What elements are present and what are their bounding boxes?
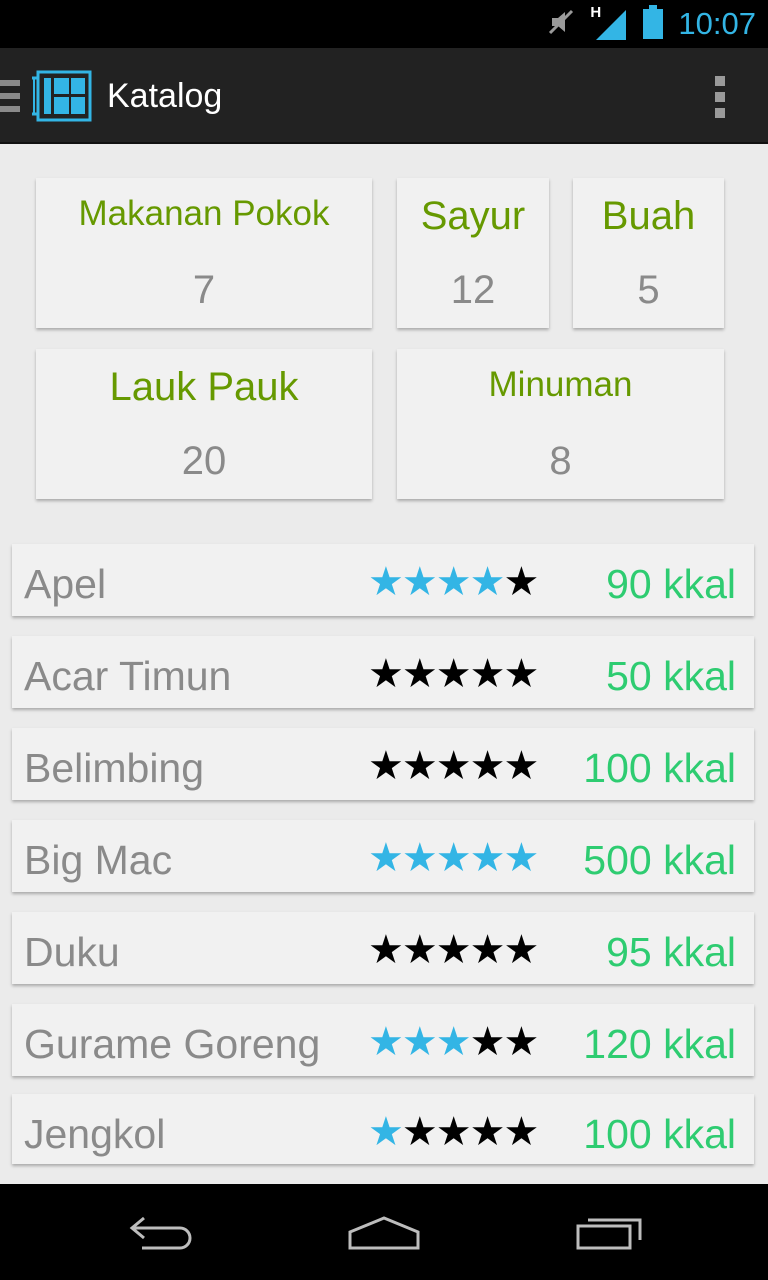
food-name: Belimbing: [24, 745, 205, 791]
drawer-indicator-icon[interactable]: [0, 76, 22, 116]
star-filled-icon: ★: [401, 835, 438, 881]
star-empty-icon: ★: [503, 559, 539, 605]
navigation-bar: [0, 1184, 768, 1280]
page-title: Katalog: [107, 77, 223, 115]
category-count: 20: [181, 439, 227, 483]
star-filled-icon: ★: [401, 1019, 438, 1065]
star-filled-icon: ★: [401, 559, 438, 605]
food-list-item[interactable]: Gurame Goreng ★★★★★ 120 kkal: [12, 1004, 754, 1076]
food-name: Gurame Goreng: [24, 1021, 321, 1067]
recent-apps-icon[interactable]: [562, 1204, 658, 1260]
category-tile-makanan-pokok[interactable]: Makanan Pokok 7: [36, 178, 372, 328]
star-filled-icon: ★: [435, 1019, 472, 1065]
star-empty-icon: ★: [469, 1109, 506, 1155]
category-count: 5: [637, 268, 660, 312]
category-tile-buah[interactable]: Buah 5: [573, 178, 724, 328]
action-bar: Katalog: [0, 48, 768, 144]
star-empty-icon: ★: [469, 927, 506, 973]
food-name: Acar Timun: [24, 653, 232, 699]
category-name: Minuman: [488, 365, 633, 404]
food-calories: 90 kkal: [606, 561, 736, 607]
rating-stars: ★★★★★: [368, 1004, 539, 1076]
food-name: Duku: [24, 929, 120, 975]
overflow-menu-icon[interactable]: [712, 76, 728, 118]
home-icon[interactable]: [336, 1204, 432, 1260]
catalog-icon[interactable]: [30, 70, 92, 122]
food-calories: 500 kkal: [583, 837, 736, 883]
category-count: 12: [450, 268, 496, 312]
signal-icon: H: [590, 4, 628, 40]
star-empty-icon: ★: [469, 1019, 506, 1065]
rating-stars: ★★★★★: [368, 820, 539, 892]
star-filled-icon: ★: [368, 835, 404, 881]
mute-icon: [546, 7, 576, 42]
star-empty-icon: ★: [435, 743, 472, 789]
food-calories: 100 kkal: [583, 1111, 736, 1157]
food-list-item[interactable]: Big Mac ★★★★★ 500 kkal: [12, 820, 754, 892]
star-empty-icon: ★: [435, 1109, 472, 1155]
star-empty-icon: ★: [503, 927, 539, 973]
star-filled-icon: ★: [368, 1109, 404, 1155]
rating-stars: ★★★★★: [368, 1094, 539, 1166]
star-filled-icon: ★: [368, 559, 404, 605]
status-icons: H 10:07: [546, 0, 756, 48]
star-filled-icon: ★: [469, 559, 506, 605]
category-count: 7: [192, 268, 216, 312]
status-bar: H 10:07: [0, 0, 768, 48]
star-empty-icon: ★: [469, 743, 506, 789]
category-name: Buah: [601, 194, 696, 238]
star-empty-icon: ★: [469, 651, 506, 697]
star-empty-icon: ★: [368, 927, 404, 973]
star-empty-icon: ★: [503, 651, 539, 697]
star-empty-icon: ★: [368, 651, 404, 697]
category-name: Makanan Pokok: [78, 194, 330, 233]
rating-stars: ★★★★★: [368, 912, 539, 984]
category-tile-sayur[interactable]: Sayur 12: [397, 178, 549, 328]
rating-stars: ★★★★★: [368, 544, 539, 616]
battery-icon: [642, 4, 664, 44]
food-calories: 120 kkal: [583, 1021, 736, 1067]
food-list-item[interactable]: Jengkol ★★★★★ 100 kkal: [12, 1094, 754, 1164]
rating-stars: ★★★★★: [368, 728, 539, 800]
food-list-item[interactable]: Duku ★★★★★ 95 kkal: [12, 912, 754, 984]
star-empty-icon: ★: [503, 1109, 539, 1155]
food-name: Big Mac: [24, 837, 173, 883]
star-empty-icon: ★: [401, 927, 438, 973]
back-icon[interactable]: [112, 1204, 208, 1260]
category-name: Lauk Pauk: [109, 365, 299, 409]
food-list-item[interactable]: Belimbing ★★★★★ 100 kkal: [12, 728, 754, 800]
food-calories: 100 kkal: [583, 745, 736, 791]
food-name: Apel: [24, 561, 107, 607]
star-empty-icon: ★: [401, 1109, 438, 1155]
category-count: 8: [549, 439, 572, 483]
food-calories: 95 kkal: [606, 929, 736, 975]
star-empty-icon: ★: [503, 743, 539, 789]
star-filled-icon: ★: [435, 559, 472, 605]
star-empty-icon: ★: [435, 927, 472, 973]
food-list-item[interactable]: Acar Timun ★★★★★ 50 kkal: [12, 636, 754, 708]
food-name: Jengkol: [24, 1111, 166, 1157]
star-filled-icon: ★: [368, 1019, 404, 1065]
star-empty-icon: ★: [435, 651, 472, 697]
star-empty-icon: ★: [503, 1019, 539, 1065]
rating-stars: ★★★★★: [368, 636, 539, 708]
clock: 10:07: [678, 6, 756, 41]
star-filled-icon: ★: [469, 835, 506, 881]
star-empty-icon: ★: [401, 651, 438, 697]
food-calories: 50 kkal: [606, 653, 736, 699]
star-filled-icon: ★: [503, 835, 539, 881]
star-empty-icon: ★: [368, 743, 404, 789]
category-name: Sayur: [420, 194, 526, 238]
star-filled-icon: ★: [435, 835, 472, 881]
star-empty-icon: ★: [401, 743, 438, 789]
category-tile-lauk-pauk[interactable]: Lauk Pauk 20: [36, 349, 372, 499]
food-list-item[interactable]: Apel ★★★★★ 90 kkal: [12, 544, 754, 616]
category-tile-minuman[interactable]: Minuman 8: [397, 349, 724, 499]
